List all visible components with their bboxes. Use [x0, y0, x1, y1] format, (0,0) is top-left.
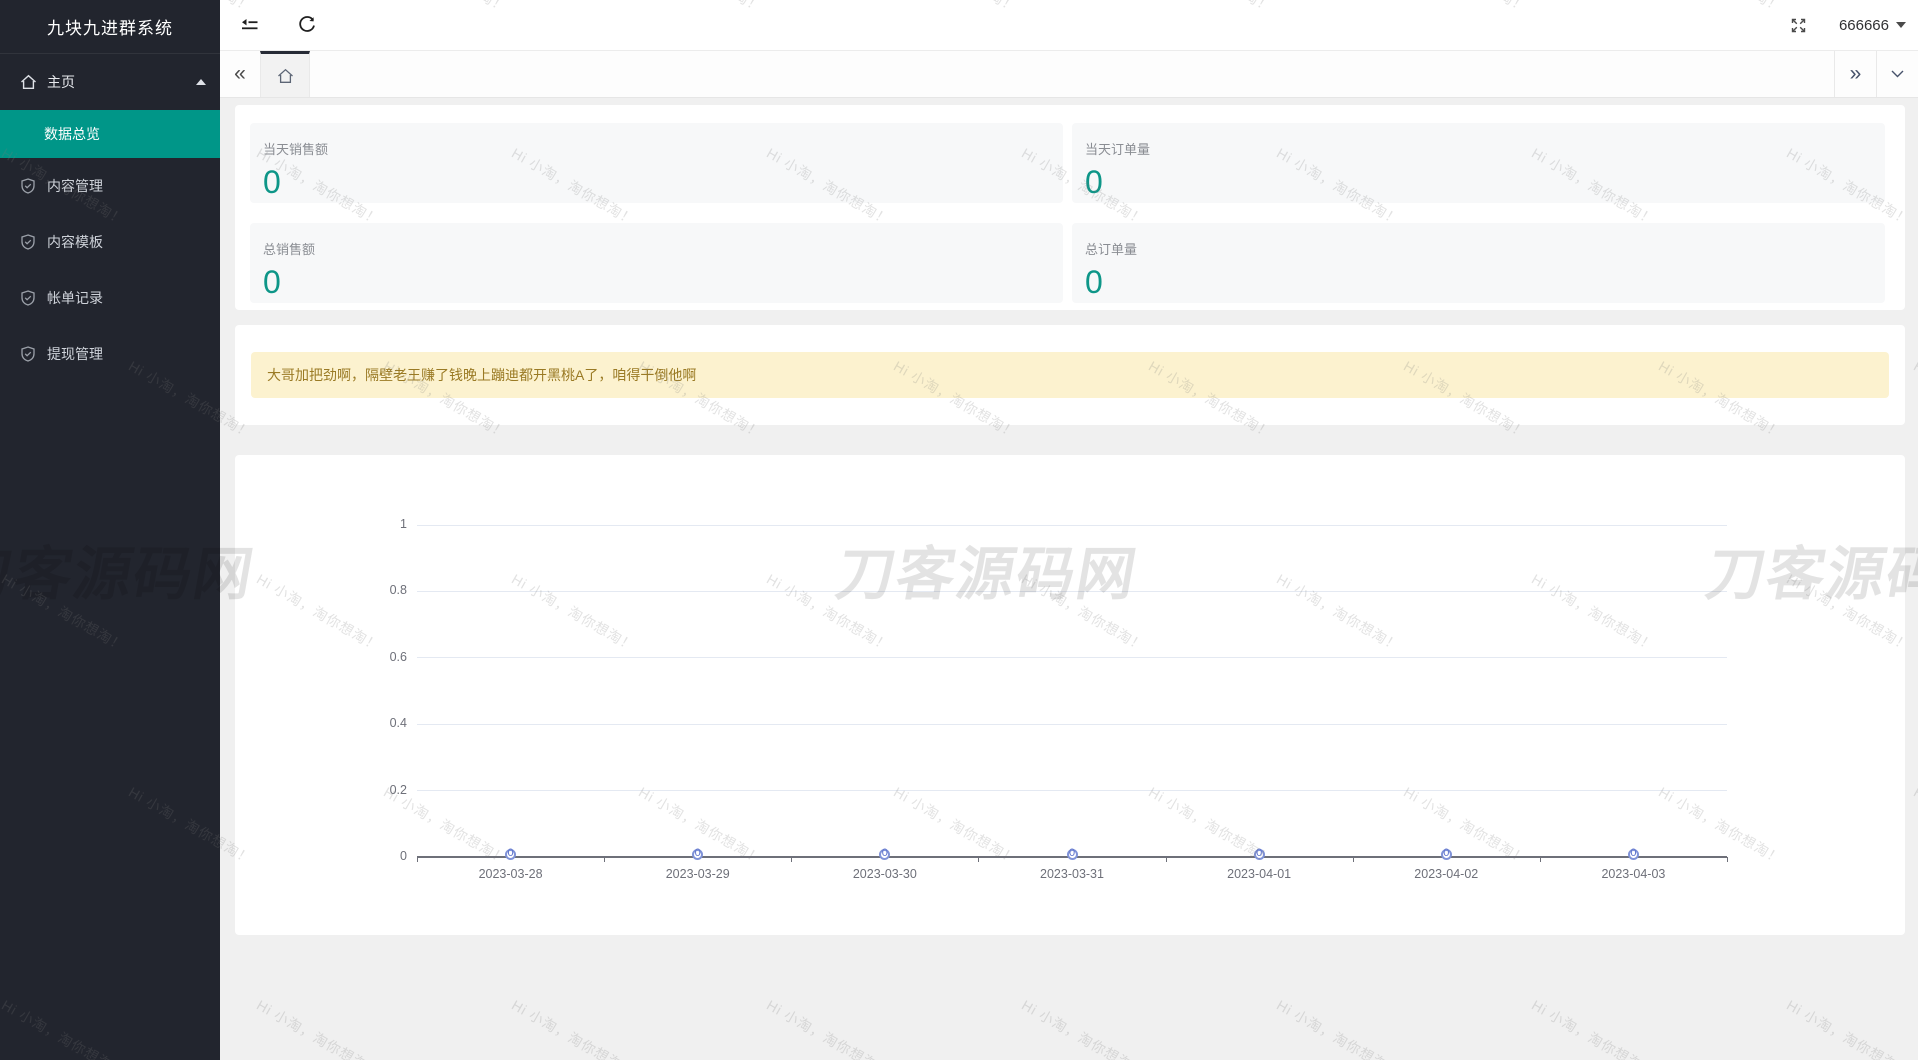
chart-grid-line: [417, 657, 1727, 658]
stats-panel: 当天销售额 0 当天订单量 0 总销售额 0 总订单量 0: [235, 105, 1905, 310]
x-axis-tick: [1353, 857, 1354, 862]
x-axis-tick-label: 2023-04-01: [1199, 867, 1319, 881]
x-axis-tick-label: 2023-03-31: [1012, 867, 1132, 881]
tab-bar: « »: [220, 51, 1918, 98]
sidebar-item-withdraw-manage[interactable]: 提现管理: [0, 326, 220, 382]
notice-text: 大哥加把劲啊，隔壁老王赚了钱晚上蹦迪都开黑桃A了，咱得干倒他啊: [267, 365, 696, 385]
y-axis-tick-label: 0.2: [347, 783, 407, 797]
line-chart: 0 0.2 0.4 0.6 0.8 1 2023-03-28 2023-03-29 2023-0…: [235, 455, 1905, 935]
home-icon: [20, 74, 37, 91]
stat-label: 总订单量: [1085, 239, 1885, 258]
sidebar-menu: 主页 数据总览 内容管理 内容模板: [0, 54, 220, 382]
refresh-icon: [298, 16, 316, 34]
tab-options-button[interactable]: [1876, 51, 1918, 97]
top-header: 666666: [220, 0, 1918, 51]
x-axis-tick: [978, 857, 979, 862]
sidebar-item-label: 内容管理: [47, 176, 103, 196]
x-axis-tick: [1166, 857, 1167, 862]
fullscreen-button[interactable]: [1777, 0, 1821, 50]
stat-label: 当天订单量: [1085, 139, 1885, 158]
shield-check-icon: [20, 178, 37, 195]
data-point-label: 0: [491, 847, 531, 859]
shield-check-icon: [20, 290, 37, 307]
stat-value: 0: [263, 166, 1063, 198]
data-point-label: 0: [1052, 847, 1092, 859]
x-axis-tick: [417, 857, 418, 862]
data-point-label: 0: [678, 847, 718, 859]
tabbar-controls: »: [1834, 51, 1918, 97]
stat-card-total-sales: 总销售额 0: [250, 223, 1063, 303]
data-point-label: 0: [1239, 847, 1279, 859]
app-title: 九块九进群系统: [0, 0, 220, 54]
shield-check-icon: [20, 346, 37, 363]
data-point-label: 0: [1613, 847, 1653, 859]
chart-grid-line: [417, 724, 1727, 725]
chevron-up-icon: [196, 79, 206, 85]
x-axis-tick-label: 2023-03-28: [451, 867, 571, 881]
username: 666666: [1839, 17, 1889, 34]
home-icon: [277, 68, 294, 84]
double-chevron-right-icon: »: [1850, 62, 1862, 86]
stat-label: 总销售额: [263, 239, 1063, 258]
x-axis-tick: [604, 857, 605, 862]
y-axis-tick-label: 0.6: [347, 650, 407, 664]
content-area: 当天销售额 0 当天订单量 0 总销售额 0 总订单量 0 大哥加把劲啊，隔壁老…: [220, 97, 1918, 1060]
sidebar-item-label: 数据总览: [44, 124, 100, 144]
user-dropdown[interactable]: 666666: [1839, 17, 1906, 34]
shield-check-icon: [20, 234, 37, 251]
x-axis-tick-label: 2023-03-30: [825, 867, 945, 881]
refresh-button[interactable]: [278, 0, 336, 50]
tab-home[interactable]: [260, 51, 310, 97]
sidebar-item-data-overview[interactable]: 数据总览: [0, 110, 220, 158]
chart-grid-line: [417, 525, 1727, 526]
stat-value: 0: [1085, 166, 1885, 198]
caret-down-icon: [1896, 22, 1906, 28]
data-point-label: 0: [865, 847, 905, 859]
chevron-down-icon: [1891, 70, 1904, 78]
notice-panel: 大哥加把劲啊，隔壁老王赚了钱晚上蹦迪都开黑桃A了，咱得干倒他啊: [235, 325, 1905, 425]
sidebar-item-label: 提现管理: [47, 344, 103, 364]
sidebar-item-home[interactable]: 主页: [0, 54, 220, 110]
stat-card-today-orders: 当天订单量 0: [1072, 123, 1885, 203]
collapse-sidebar-button[interactable]: [220, 0, 278, 50]
sidebar-item-label: 主页: [47, 72, 75, 92]
stat-label: 当天销售额: [263, 139, 1063, 158]
x-axis-tick: [791, 857, 792, 862]
sidebar-item-content-manage[interactable]: 内容管理: [0, 158, 220, 214]
chart-panel: 0 0.2 0.4 0.6 0.8 1 2023-03-28 2023-03-29 2023-0…: [235, 455, 1905, 935]
notice-banner: 大哥加把劲啊，隔壁老王赚了钱晚上蹦迪都开黑桃A了，咱得干倒他啊: [251, 352, 1889, 398]
stat-card-total-orders: 总订单量 0: [1072, 223, 1885, 303]
tabs-scroll-left-button[interactable]: «: [220, 51, 260, 97]
stat-value: 0: [1085, 266, 1885, 298]
tabs-scroll-right-button[interactable]: »: [1834, 51, 1876, 97]
stat-value: 0: [263, 266, 1063, 298]
x-axis-tick-label: 2023-03-29: [638, 867, 758, 881]
chart-grid-line: [417, 591, 1727, 592]
y-axis-tick-label: 1: [347, 517, 407, 531]
x-axis-tick-label: 2023-04-02: [1386, 867, 1506, 881]
sidebar-item-label: 帐单记录: [47, 288, 103, 308]
menu-fold-icon: [240, 18, 259, 33]
sidebar-item-bill-records[interactable]: 帐单记录: [0, 270, 220, 326]
y-axis-tick-label: 0.4: [347, 716, 407, 730]
fullscreen-icon: [1790, 17, 1807, 34]
x-axis-tick: [1727, 857, 1728, 862]
sidebar-item-label: 内容模板: [47, 232, 103, 252]
y-axis-tick-label: 0: [347, 849, 407, 863]
x-axis-tick-label: 2023-04-03: [1573, 867, 1693, 881]
data-point-label: 0: [1426, 847, 1466, 859]
double-chevron-left-icon: «: [234, 62, 246, 86]
sidebar: 九块九进群系统 主页 数据总览 内容管理: [0, 0, 220, 1060]
main-area: 666666 « »: [220, 0, 1918, 1060]
header-right: 666666: [1777, 0, 1918, 50]
y-axis-tick-label: 0.8: [347, 583, 407, 597]
chart-grid-line: [417, 790, 1727, 791]
stat-card-today-sales: 当天销售额 0: [250, 123, 1063, 203]
x-axis-tick: [1540, 857, 1541, 862]
sidebar-item-content-template[interactable]: 内容模板: [0, 214, 220, 270]
